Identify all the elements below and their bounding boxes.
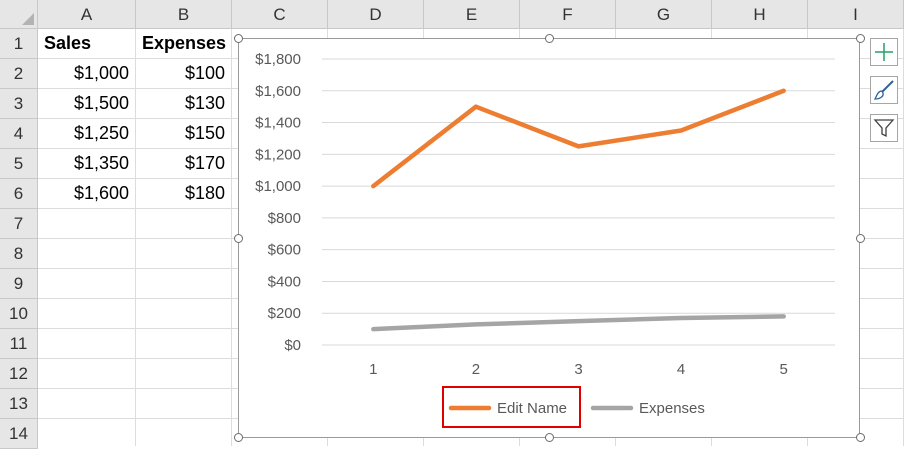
legend-highlight-box	[442, 386, 581, 428]
cell-b2[interactable]: $100	[136, 59, 232, 89]
cell[interactable]	[136, 359, 232, 389]
x-tick-label: 4	[677, 361, 685, 378]
resize-handle-bottom[interactable]	[545, 433, 554, 442]
x-tick-label: 5	[780, 361, 788, 378]
y-tick-label: $0	[284, 337, 301, 354]
row-header[interactable]: 7	[0, 209, 37, 239]
y-tick-label: $600	[268, 242, 301, 259]
cell[interactable]	[38, 269, 136, 299]
cell-a4[interactable]: $1,250	[38, 119, 136, 149]
resize-handle-top-right[interactable]	[856, 34, 865, 43]
chart-styles-button[interactable]	[870, 76, 898, 104]
series-line-1	[371, 88, 786, 189]
cell[interactable]	[38, 359, 136, 389]
resize-handle-left[interactable]	[234, 234, 243, 243]
cell-a6[interactable]: $1,600	[38, 179, 136, 209]
cell[interactable]	[38, 209, 136, 239]
series-line-2	[371, 314, 786, 332]
cell-b1[interactable]: Expenses	[136, 29, 232, 59]
x-tick-label: 1	[369, 361, 377, 378]
row-header[interactable]: 9	[0, 269, 37, 299]
column-header-b[interactable]: B	[136, 0, 232, 29]
row-headers: 1 2 3 4 5 6 7 8 9 10 11 12 13 14	[0, 29, 38, 449]
row-header[interactable]: 4	[0, 119, 37, 149]
line-chart[interactable]: $0 $200 $400 $600 $800 $1,000 $1,200 $1,400 $1,6…	[238, 38, 860, 438]
column-headers: A B C D E F G H I	[38, 0, 904, 29]
column-header-f[interactable]: F	[520, 0, 616, 29]
chart-plot-area: $0 $200 $400 $600 $800 $1,000 $1,200 $1,400 $1,6…	[255, 51, 835, 417]
row-header[interactable]: 10	[0, 299, 37, 329]
cell[interactable]	[136, 299, 232, 329]
cell[interactable]	[136, 269, 232, 299]
y-tick-label: $800	[268, 210, 301, 227]
resize-handle-right[interactable]	[856, 234, 865, 243]
resize-handle-bottom-left[interactable]	[234, 433, 243, 442]
cell-a2[interactable]: $1,000	[38, 59, 136, 89]
chart-elements-button[interactable]	[870, 38, 898, 66]
cell[interactable]	[136, 389, 232, 419]
y-tick-label: $1,800	[255, 51, 301, 68]
x-tick-label: 2	[472, 361, 480, 378]
row-header[interactable]: 14	[0, 419, 37, 449]
cell-a1[interactable]: Sales	[38, 29, 136, 59]
row-header[interactable]: 8	[0, 239, 37, 269]
y-tick-label: $1,400	[255, 115, 301, 132]
column-header-g[interactable]: G	[616, 0, 712, 29]
y-tick-label: $1,600	[255, 83, 301, 100]
y-tick-label: $400	[268, 273, 301, 290]
resize-handle-top-left[interactable]	[234, 34, 243, 43]
cell-a3[interactable]: $1,500	[38, 89, 136, 119]
row-header[interactable]: 5	[0, 149, 37, 179]
resize-handle-top[interactable]	[545, 34, 554, 43]
column-header-a[interactable]: A	[38, 0, 136, 29]
y-tick-label: $1,000	[255, 178, 301, 195]
cell-b5[interactable]: $170	[136, 149, 232, 179]
cell-b3[interactable]: $130	[136, 89, 232, 119]
brush-icon	[873, 80, 894, 100]
select-all-corner[interactable]	[0, 0, 38, 29]
row-header[interactable]: 6	[0, 179, 37, 209]
column-header-c[interactable]: C	[232, 0, 328, 29]
cell[interactable]	[38, 419, 136, 446]
row-header[interactable]: 12	[0, 359, 37, 389]
y-tick-label: $1,200	[255, 146, 301, 163]
cell[interactable]	[136, 329, 232, 359]
column-header-i[interactable]: I	[808, 0, 904, 29]
cell[interactable]	[38, 389, 136, 419]
chart-filters-button[interactable]	[870, 114, 898, 142]
x-tick-label: 3	[574, 361, 582, 378]
cell[interactable]	[136, 239, 232, 269]
column-header-d[interactable]: D	[328, 0, 424, 29]
cell[interactable]	[136, 419, 232, 446]
row-header[interactable]: 2	[0, 59, 37, 89]
cell[interactable]	[38, 329, 136, 359]
row-header[interactable]: 13	[0, 389, 37, 419]
funnel-icon	[873, 119, 895, 138]
cell-b6[interactable]: $180	[136, 179, 232, 209]
column-header-h[interactable]: H	[712, 0, 808, 29]
column-header-e[interactable]: E	[424, 0, 520, 29]
legend-label-2: Expenses	[639, 400, 705, 417]
cell-b4[interactable]: $150	[136, 119, 232, 149]
row-header[interactable]: 3	[0, 89, 37, 119]
y-tick-label: $200	[268, 305, 301, 322]
cell-a5[interactable]: $1,350	[38, 149, 136, 179]
row-header[interactable]: 1	[0, 29, 37, 59]
cell[interactable]	[136, 209, 232, 239]
select-all-triangle	[22, 13, 34, 25]
row-header[interactable]: 11	[0, 329, 37, 359]
plus-icon	[875, 43, 893, 61]
resize-handle-bottom-right[interactable]	[856, 433, 865, 442]
cell[interactable]	[38, 299, 136, 329]
cell[interactable]	[38, 239, 136, 269]
